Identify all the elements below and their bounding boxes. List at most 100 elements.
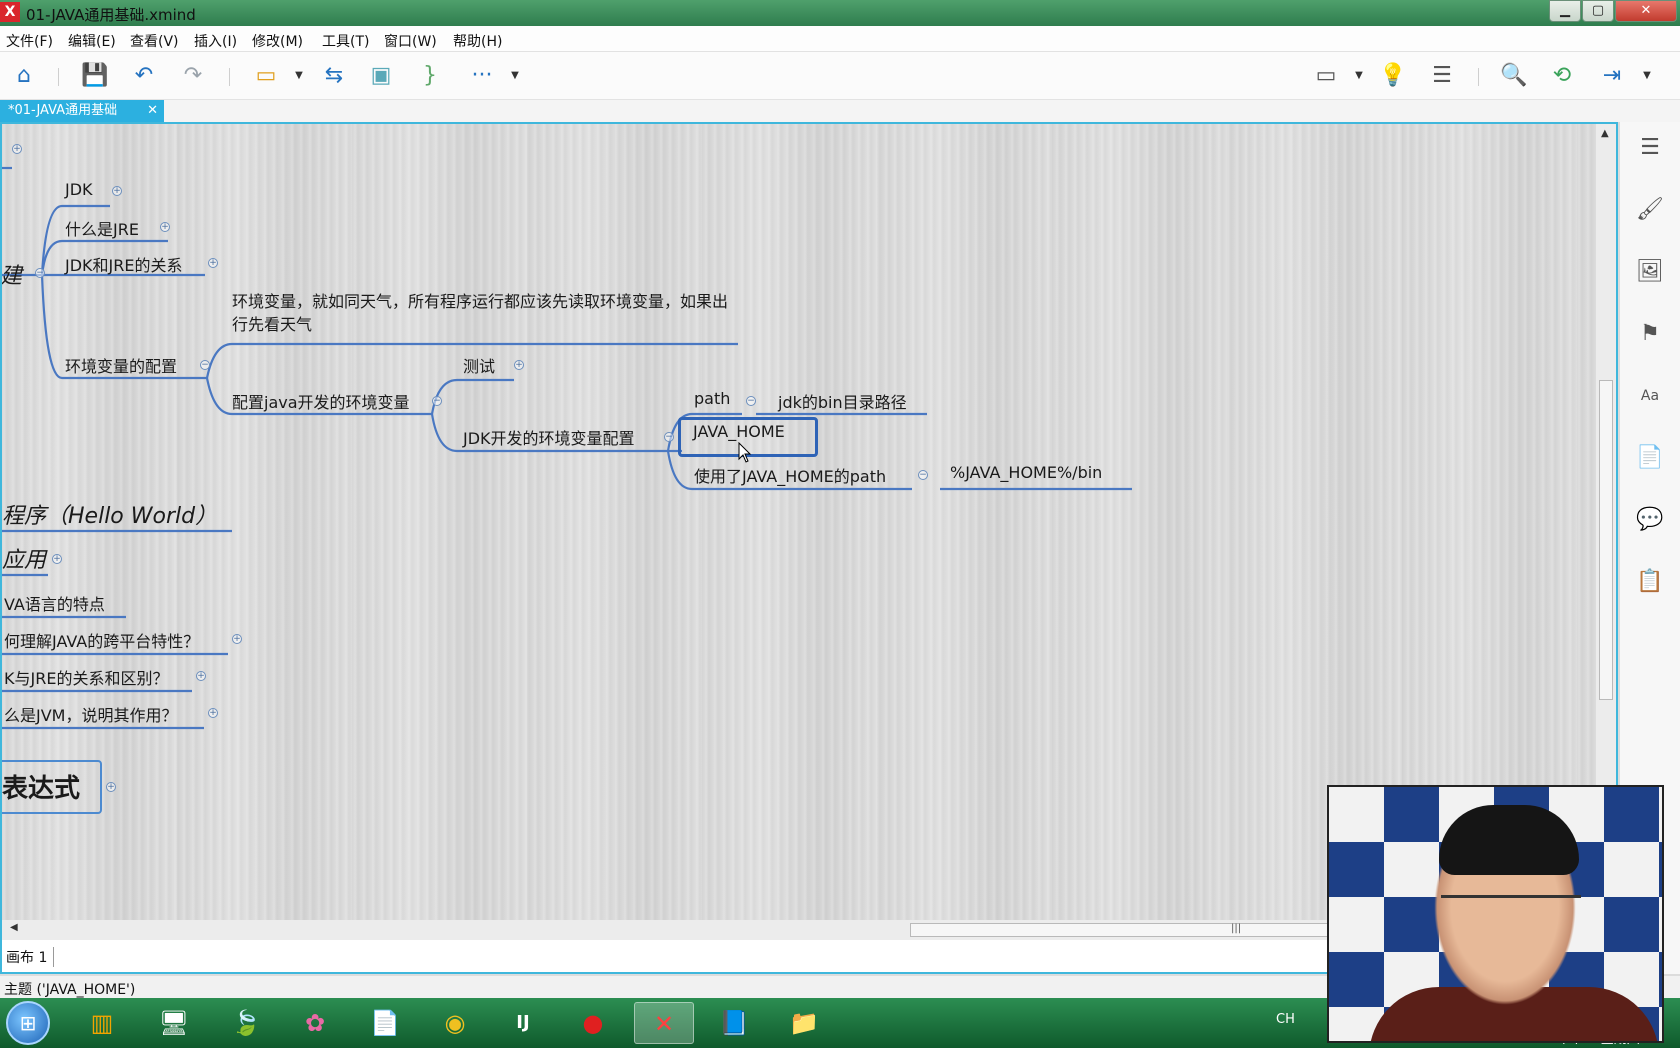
- tab-document[interactable]: *01-JAVA通用基础 ✕: [0, 100, 164, 122]
- topic-hello-world[interactable]: 程序（Hello World）: [2, 498, 217, 530]
- scroll-up-arrow[interactable]: ▲: [1601, 128, 1609, 139]
- chevron-down-icon[interactable]: ▼: [292, 62, 306, 90]
- topic-what-is-jre[interactable]: 什么是JRE: [65, 216, 139, 240]
- presentation-icon[interactable]: ▭: [1312, 62, 1340, 90]
- search-icon[interactable]: 🔍: [1500, 62, 1528, 90]
- menu-view[interactable]: 查看(V): [130, 31, 179, 51]
- taskbar-app-icon[interactable]: 📘: [704, 1002, 764, 1044]
- expand-toggle[interactable]: +: [208, 708, 218, 718]
- topic-cross-platform[interactable]: 何理解JAVA的跨平台特性？: [4, 628, 199, 652]
- expand-toggle[interactable]: +: [160, 222, 170, 232]
- expand-toggle[interactable]: +: [196, 671, 206, 681]
- expand-toggle[interactable]: +: [232, 634, 242, 644]
- xmind-task-icon[interactable]: ✕: [634, 1002, 694, 1044]
- menu-modify[interactable]: 修改(M): [252, 31, 303, 51]
- marker-flag-icon[interactable]: ⚑: [1636, 320, 1664, 348]
- vertical-scroll-thumb[interactable]: [1599, 380, 1613, 700]
- expand-toggle[interactable]: +: [106, 782, 116, 792]
- redo-icon[interactable]: ↷: [179, 62, 207, 90]
- file-explorer-icon[interactable]: 📁: [774, 1002, 834, 1044]
- title-bar: X 01-JAVA通用基础.xmind ▁ ▢ ✕: [0, 0, 1680, 26]
- taskbar-app-icon[interactable]: ▥: [72, 1002, 132, 1044]
- horizontal-scroll-thumb[interactable]: |||: [910, 923, 1340, 937]
- collapse-toggle[interactable]: −: [35, 268, 45, 278]
- topic-java-home-bin[interactable]: %JAVA_HOME%/bin: [950, 463, 1102, 482]
- export-icon[interactable]: ⇥: [1598, 62, 1626, 90]
- image-icon[interactable]: 🖼: [1636, 258, 1664, 286]
- taskbar-app-icon[interactable]: 🍃: [216, 1002, 276, 1044]
- taskbar-app-icon[interactable]: ✿: [285, 1002, 345, 1044]
- expand-toggle[interactable]: +: [52, 554, 62, 564]
- topic-env-var-desc[interactable]: 环境变量，就如同天气，所有程序运行都应该先读取环境变量，如果出行先看天气: [232, 290, 732, 336]
- chevron-down-icon[interactable]: ▼: [508, 62, 522, 90]
- chevron-down-icon[interactable]: ▼: [1640, 62, 1654, 90]
- expand-toggle[interactable]: +: [208, 258, 218, 268]
- chrome-icon[interactable]: ◉: [425, 1002, 485, 1044]
- topic-jdk[interactable]: JDK: [65, 180, 93, 199]
- summary-icon[interactable]: }: [416, 62, 444, 90]
- menu-tools[interactable]: 工具(T): [322, 31, 369, 51]
- taskbar-app-icon[interactable]: 📄: [355, 1002, 415, 1044]
- collapse-toggle[interactable]: −: [746, 396, 756, 406]
- text-style-icon[interactable]: Aa: [1636, 382, 1664, 410]
- expand-toggle[interactable]: +: [112, 186, 122, 196]
- expand-toggle[interactable]: +: [514, 360, 524, 370]
- topic-env-var-config[interactable]: 环境变量的配置: [65, 353, 177, 377]
- menu-help[interactable]: 帮助(H): [453, 31, 502, 51]
- topic-path[interactable]: path: [694, 389, 730, 408]
- task-icon[interactable]: 📋: [1636, 568, 1664, 596]
- start-button[interactable]: ⊞: [6, 1001, 50, 1045]
- topic-what-is-jvm[interactable]: 么是JVM，说明其作用？: [4, 702, 177, 726]
- sheet-tab[interactable]: 画布 1: [6, 947, 55, 967]
- xmind-app-icon: X: [0, 2, 20, 22]
- collapse-toggle[interactable]: −: [432, 396, 442, 406]
- notes-icon[interactable]: 📄: [1636, 444, 1664, 472]
- chevron-down-icon[interactable]: ▼: [1352, 62, 1366, 90]
- menu-edit[interactable]: 编辑(E): [68, 31, 116, 51]
- topic-test[interactable]: 测试: [463, 353, 495, 377]
- outline-icon[interactable]: ☰: [1428, 62, 1456, 90]
- topic-jdk-bin-path[interactable]: jdk的bin目录路径: [778, 389, 907, 413]
- topic-java-dev-env[interactable]: 配置java开发的环境变量: [232, 389, 410, 413]
- topic-path-with-java-home[interactable]: 使用了JAVA_HOME的path: [694, 463, 886, 487]
- comments-icon[interactable]: 💬: [1636, 506, 1664, 534]
- home-icon[interactable]: ⌂: [10, 62, 38, 90]
- close-icon[interactable]: ✕: [147, 100, 158, 122]
- close-button[interactable]: ✕: [1615, 0, 1677, 22]
- topic-java-features[interactable]: VA语言的特点: [4, 591, 105, 615]
- intellij-icon[interactable]: IJ: [493, 1002, 553, 1044]
- collapse-toggle[interactable]: −: [918, 470, 928, 480]
- menu-file[interactable]: 文件(F): [6, 31, 53, 51]
- save-icon[interactable]: 💾: [81, 62, 109, 90]
- topic-partial-branch[interactable]: 建: [2, 258, 22, 290]
- input-language-indicator[interactable]: CH: [1276, 1012, 1295, 1027]
- toolbar-separator: [1478, 68, 1479, 86]
- relationship-icon[interactable]: ⇆: [320, 62, 348, 90]
- outline-view-icon[interactable]: ☰: [1636, 134, 1664, 162]
- collapse-toggle[interactable]: −: [664, 432, 674, 442]
- more-icon[interactable]: ···: [468, 62, 496, 90]
- menu-insert[interactable]: 插入(I): [194, 31, 237, 51]
- topic-jdk-jre-relation[interactable]: JDK和JRE的关系: [65, 252, 182, 276]
- format-brush-icon[interactable]: 🖌: [1636, 196, 1664, 224]
- share-icon[interactable]: ⟲: [1548, 62, 1576, 90]
- webcam-person-glasses: [1441, 895, 1581, 925]
- maximize-button[interactable]: ▢: [1582, 0, 1614, 22]
- taskbar-app-icon[interactable]: 🖥: [144, 1002, 204, 1044]
- topic-application[interactable]: 应用: [2, 542, 46, 574]
- scroll-left-arrow[interactable]: ◀: [10, 922, 18, 933]
- mouse-cursor-icon: [738, 442, 752, 463]
- idea-icon[interactable]: 💡: [1379, 62, 1407, 90]
- collapse-toggle[interactable]: −: [200, 360, 210, 370]
- boundary-icon[interactable]: ▣: [367, 62, 395, 90]
- topic-jdk-dev-env-config[interactable]: JDK开发的环境变量配置: [463, 425, 635, 449]
- topic-jdk-jre-diff[interactable]: K与JRE的关系和区别？: [4, 665, 168, 689]
- undo-icon[interactable]: ↶: [130, 62, 158, 90]
- recorder-icon[interactable]: ●: [563, 1002, 623, 1044]
- minimize-button[interactable]: ▁: [1549, 0, 1581, 22]
- topic-icon[interactable]: ▭: [252, 62, 280, 90]
- menu-window[interactable]: 窗口(W): [384, 31, 437, 51]
- window-title: 01-JAVA通用基础.xmind: [26, 6, 196, 24]
- expand-toggle[interactable]: +: [12, 144, 22, 154]
- topic-expression[interactable]: 表达式: [2, 760, 102, 814]
